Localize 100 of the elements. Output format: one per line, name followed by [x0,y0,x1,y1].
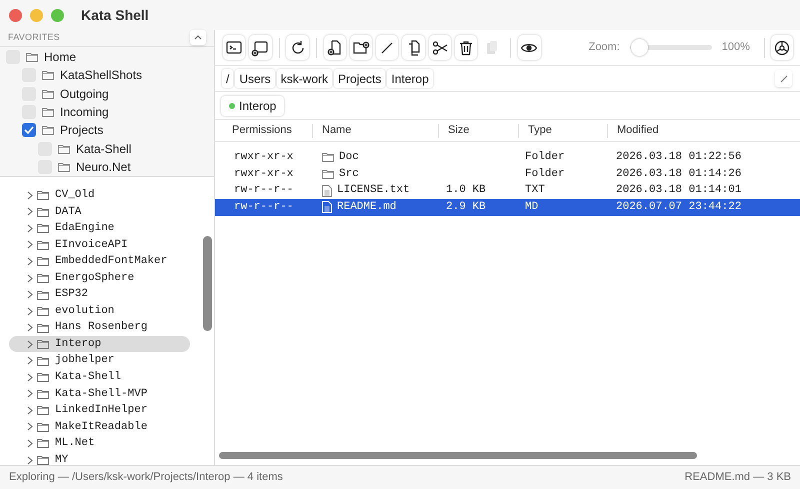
chevron-up-icon [194,35,202,40]
document-icon [322,184,332,197]
folder-icon [58,144,70,154]
table-cell-text: TXT [525,183,545,198]
folder-icon [37,206,49,217]
tree-item[interactable]: ESP32 [9,286,190,303]
folder-icon [37,306,49,316]
new-folder-icon [352,38,370,56]
column-header[interactable]: Permissions [232,122,292,139]
tree-item[interactable]: LinkedInHelper [9,402,190,419]
folder-icon [42,125,54,136]
favorite-item[interactable]: KataShellShots [60,66,142,84]
folder-icon [37,273,49,283]
tree-item[interactable]: EdaEngine [9,220,190,237]
folder-icon [42,70,54,80]
copy-button[interactable] [402,35,425,60]
favorite-item[interactable]: Outgoing [60,84,109,103]
collapse-button[interactable] [190,30,206,46]
folder-icon [37,438,49,448]
edit-path-button[interactable] [775,70,792,87]
table-row[interactable]: rw-r--r-- LICENSE.txt 1.0 KB TXT 2026.03.18 01:14:01 [215,182,800,200]
tree-item[interactable]: EInvoiceAPI [9,236,190,254]
favorite-item[interactable]: Kata-Shell [76,140,132,158]
tree-item[interactable]: Hans Rosenberg [9,319,190,336]
settings-button[interactable] [770,35,794,60]
table-cell-text: README.md [337,200,396,216]
tree-item[interactable]: CV_Old [9,187,190,204]
new-terminal-button[interactable] [249,35,272,60]
tree-item[interactable]: Kata-Shell-MVP [9,386,190,402]
tab[interactable]: Interop [221,96,284,116]
folder-icon [37,322,49,333]
favorite-item[interactable]: Projects [60,121,104,140]
breadcrumb-item[interactable]: Interop [387,69,433,88]
new-file-button[interactable] [324,35,346,60]
tree-item[interactable]: Kata-Shell [9,369,190,386]
breadcrumb-item[interactable]: Projects [334,69,386,88]
window-title: Kata Shell [81,6,149,24]
folder-icon [37,256,49,266]
tree-item[interactable]: ML.Net [9,435,190,452]
tree-item[interactable]: MY [9,452,190,465]
folder-icon [37,190,49,200]
tree-item[interactable]: Interop [9,336,190,352]
folder-icon [322,152,334,162]
table-cell-text: 2026.03.18 01:22:56 [616,150,742,166]
table-cell-text: Folder [525,150,565,166]
table-cell-text: rwxr-xr-x [234,166,294,182]
refresh-button[interactable] [286,35,309,60]
tree-item[interactable]: DATA [9,204,190,220]
favorite-item[interactable]: Neuro.Net [76,158,131,176]
terminal-button[interactable] [223,35,246,60]
table-cell-text: 2026.03.18 01:14:01 [616,183,742,198]
table-cell-text: 2.9 KB [446,200,486,216]
breadcrumb-item[interactable]: ksk-work [276,69,332,88]
column-header[interactable]: Name [322,122,352,139]
table-cell-text: 2026.07.07 23:44:22 [616,200,742,216]
preview-button[interactable] [518,35,541,60]
table-cell-text: LICENSE.txt [337,183,410,198]
tree-item[interactable]: MakeItReadable [9,418,190,436]
folder-icon [37,388,49,399]
folder-icon [37,240,49,250]
settings-icon [772,38,791,56]
zoom-label: Zoom: [588,40,620,56]
zoom-slider[interactable] [630,38,712,57]
table-cell-text: Folder [525,166,565,182]
pencil-icon [780,74,788,82]
table-cell-text: 2026.03.18 01:14:26 [616,166,742,182]
delete-button[interactable] [454,35,478,60]
folder-icon [37,372,49,382]
column-header[interactable]: Size [448,122,470,139]
tree-item[interactable]: EnergoSphere [9,270,190,286]
scrollbar-thumb[interactable] [219,452,697,459]
close-button[interactable] [9,8,22,22]
folder-icon [37,290,49,300]
table-cell-text: rwxr-xr-x [234,150,294,166]
tree-item[interactable]: jobhelper [9,352,190,370]
status-text: README.md — 3 KB [684,470,791,486]
favorite-item[interactable]: Incoming [60,102,109,121]
cut-button[interactable] [428,35,451,60]
table-row[interactable]: rw-r--r-- README.md 2.9 KB MD 2026.07.07 23:44:22 [215,199,800,216]
new-terminal-icon [251,38,270,56]
tree-item[interactable]: EmbeddedFontMaker [9,253,190,270]
column-header[interactable]: Type [528,122,552,139]
favorite-item[interactable]: Home [44,48,76,66]
breadcrumb-item[interactable]: / [222,69,234,88]
checkbox[interactable] [22,123,36,138]
document-icon [322,201,332,214]
table-row[interactable]: rwxr-xr-x Doc Folder 2026.03.18 01:22:56 [215,149,800,166]
table-cell-text: Src [339,166,359,182]
tree-item[interactable]: evolution [9,302,190,320]
status-text: Exploring — /Users/ksk-work/Projects/Interop — 4 items [9,470,283,486]
scrollbar-thumb[interactable] [203,236,212,331]
table-cell-text: MD [525,200,538,216]
column-header[interactable]: Modified [617,122,659,139]
folder-icon [37,405,49,416]
table-row[interactable]: rwxr-xr-x Src Folder 2026.03.18 01:14:26 [215,166,800,182]
new-folder-button[interactable] [350,35,372,60]
folder-icon [37,339,49,350]
breadcrumb-item[interactable]: Users [235,69,275,88]
scissors-icon [430,38,449,56]
rename-button[interactable] [376,35,398,60]
